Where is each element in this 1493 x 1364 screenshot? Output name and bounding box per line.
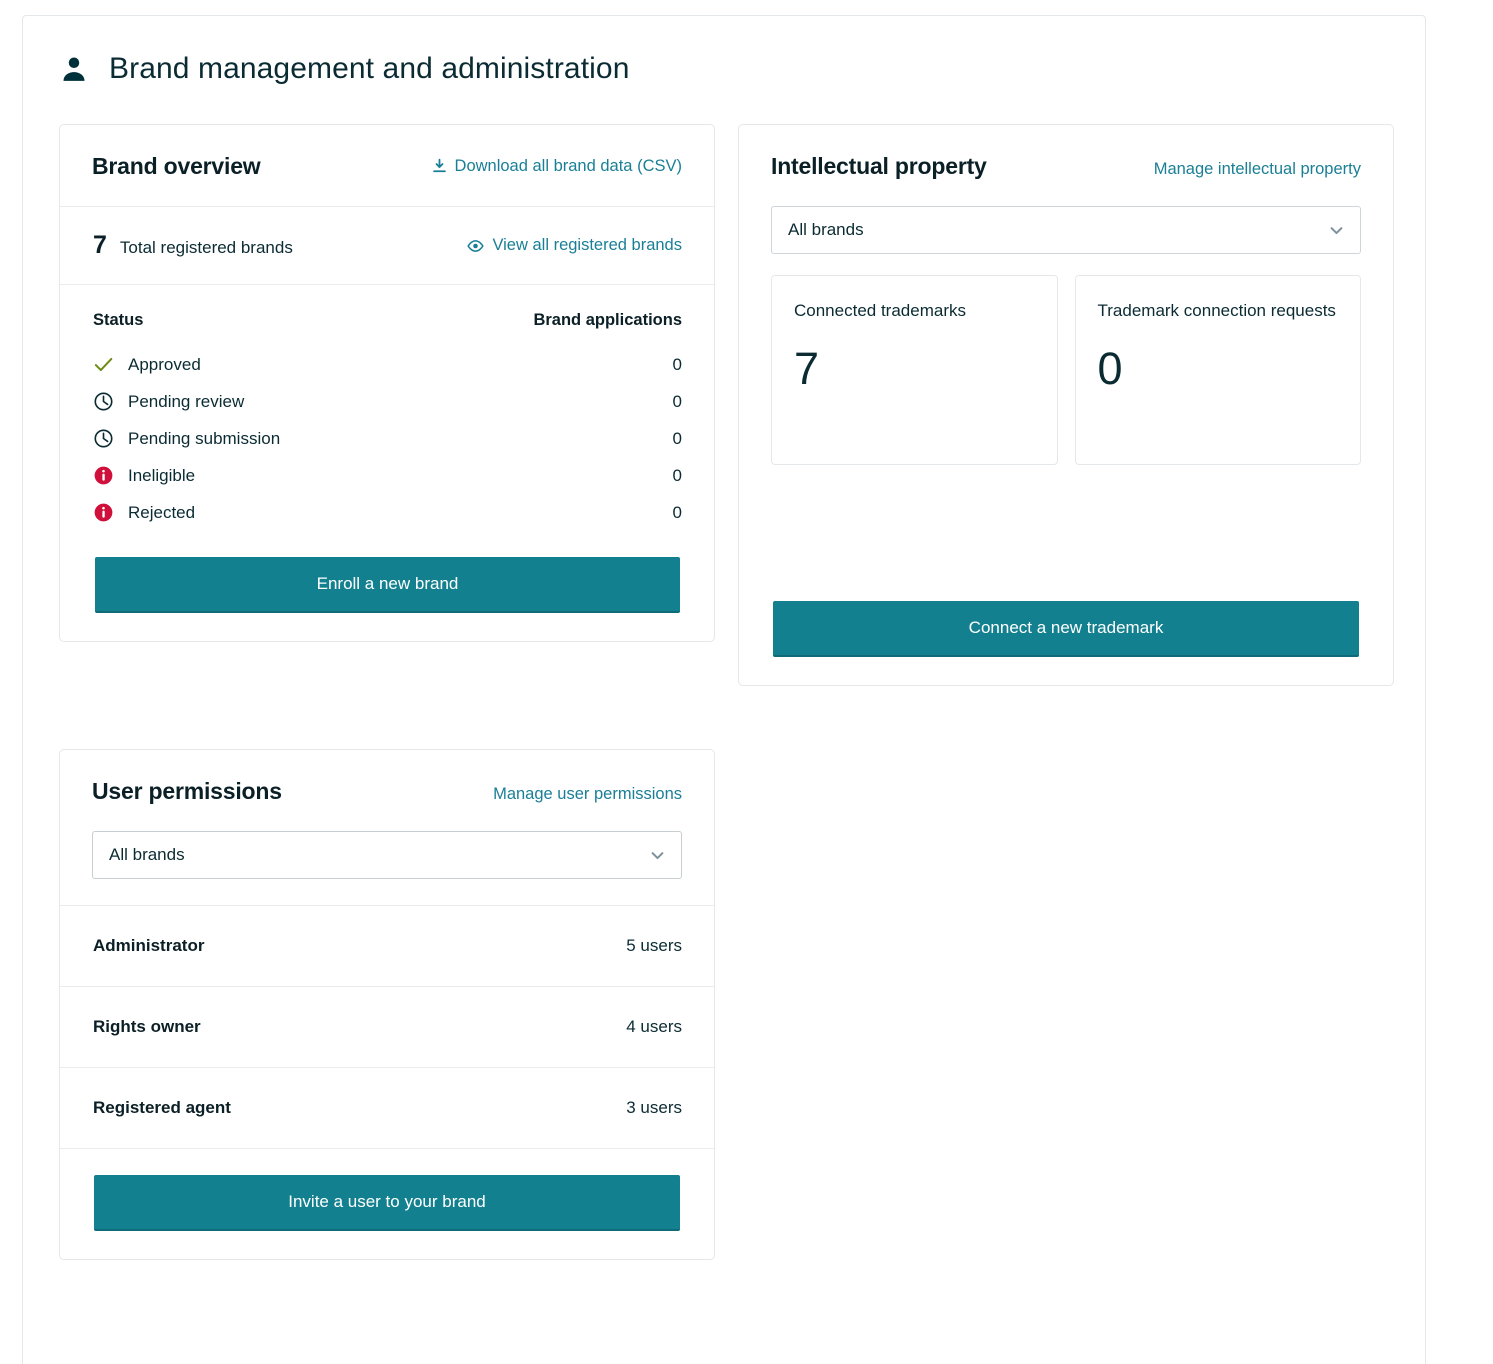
user-permissions-header: User permissions Manage user permissions: [60, 750, 714, 831]
list-item: Rights owner 4 users: [60, 987, 714, 1067]
connected-trademarks-value: 7: [794, 343, 820, 395]
ip-stats-group: Connected trademarks 7 Trademark connect…: [739, 254, 1393, 465]
chevron-down-icon: [1330, 226, 1343, 234]
invite-user-button[interactable]: Invite a user to your brand: [94, 1175, 680, 1231]
ip-brand-filter-wrap: All brands: [739, 206, 1393, 254]
info-icon: [94, 503, 113, 522]
list-item: Administrator 5 users: [60, 906, 714, 986]
user-permissions-column: User permissions Manage user permissions…: [59, 749, 715, 1260]
cards-row-top: Brand overview Download all brand data (…: [23, 86, 1425, 686]
role-name: Rights owner: [93, 1017, 201, 1036]
download-brand-data-link[interactable]: Download all brand data (CSV): [432, 157, 682, 176]
page-header: Brand management and administration: [23, 16, 1425, 86]
brand-overview-title: Brand overview: [92, 153, 261, 179]
check-icon: [94, 357, 113, 372]
person-icon: [63, 57, 85, 81]
page-title: Brand management and administration: [109, 52, 630, 85]
status-count: 0: [672, 465, 682, 485]
status-label: Ineligible: [128, 465, 196, 485]
connected-trademarks-stat: Connected trademarks 7: [771, 275, 1058, 465]
brand-overview-column: Brand overview Download all brand data (…: [59, 124, 715, 642]
trademark-connection-requests-value: 0: [1097, 343, 1123, 395]
intellectual-property-column: Intellectual property Manage intellectua…: [738, 124, 1394, 686]
download-icon: [432, 158, 446, 173]
download-brand-data-label: Download all brand data (CSV): [454, 156, 682, 175]
role-user-count: 5 users: [626, 936, 682, 955]
table-header-row: Status Brand applications: [93, 311, 682, 346]
info-icon: [94, 466, 113, 485]
eye-icon: [467, 239, 485, 252]
trademark-connection-requests-stat: Trademark connection requests 0: [1074, 275, 1361, 465]
table-row: Approved 0: [93, 346, 682, 383]
role-user-count: 4 users: [626, 1017, 682, 1036]
manage-user-permissions-link[interactable]: Manage user permissions: [493, 785, 682, 804]
ip-button-wrap: Connect a new trademark: [739, 601, 1393, 657]
connect-new-trademark-button[interactable]: Connect a new trademark: [773, 601, 1359, 657]
total-registered-brands-label: Total registered brands: [119, 238, 293, 257]
column-header-status: Status: [93, 311, 144, 329]
app-root: Brand management and administration Bran…: [0, 0, 1493, 1364]
table-row: Rejected 0: [93, 494, 682, 531]
total-registered-brands-count: 7: [93, 231, 107, 259]
total-registered-brands-row: 7 Total registered brands View all regis…: [60, 207, 714, 284]
invite-user-button-wrap: Invite a user to your brand: [60, 1175, 714, 1231]
view-all-registered-brands-link[interactable]: View all registered brands: [467, 236, 682, 255]
role-user-count: 3 users: [626, 1098, 682, 1117]
table-row: Pending review 0: [93, 383, 682, 420]
role-name: Registered agent: [93, 1098, 231, 1117]
brand-overview-header: Brand overview Download all brand data (…: [60, 125, 714, 206]
table-row: Ineligible 0: [93, 457, 682, 494]
permissions-brand-filter-select[interactable]: All brands: [92, 831, 682, 879]
status-label: Approved: [128, 354, 201, 374]
list-item: Registered agent 3 users: [60, 1068, 714, 1148]
status-label: Pending review: [128, 391, 245, 411]
table-row: Pending submission 0: [93, 420, 682, 457]
page-container: Brand management and administration Bran…: [22, 15, 1426, 1364]
intellectual-property-title: Intellectual property: [771, 153, 987, 179]
clock-icon: [94, 429, 113, 448]
divider: [60, 1148, 714, 1149]
cards-row-bottom: User permissions Manage user permissions…: [23, 711, 1425, 1260]
status-label: Rejected: [128, 502, 196, 522]
clock-icon: [94, 392, 113, 411]
brand-status-block: Status Brand applications Approved 0 Pen…: [60, 285, 714, 613]
manage-intellectual-property-link[interactable]: Manage intellectual property: [1154, 160, 1361, 179]
user-permissions-card: User permissions Manage user permissions…: [59, 749, 715, 1260]
status-label: Pending submission: [128, 428, 281, 448]
intellectual-property-card: Intellectual property Manage intellectua…: [738, 124, 1394, 686]
connected-trademarks-label: Connected trademarks: [794, 301, 966, 320]
chevron-down-icon: [651, 851, 664, 859]
user-permissions-title: User permissions: [92, 778, 282, 804]
ip-brand-filter-select[interactable]: All brands: [771, 206, 1361, 254]
column-header-brand-applications: Brand applications: [533, 311, 682, 329]
status-count: 0: [672, 391, 682, 411]
permissions-brand-filter-value: All brands: [109, 845, 185, 864]
status-count: 0: [672, 428, 682, 448]
status-count: 0: [672, 354, 682, 374]
trademark-connection-requests-label: Trademark connection requests: [1097, 301, 1336, 320]
role-name: Administrator: [93, 936, 205, 955]
status-count: 0: [672, 502, 682, 522]
brand-status-table: Status Brand applications Approved 0 Pen…: [93, 311, 682, 531]
view-all-registered-brands-label: View all registered brands: [492, 236, 682, 254]
ip-brand-filter-value: All brands: [788, 220, 864, 239]
enroll-new-brand-button[interactable]: Enroll a new brand: [95, 557, 680, 613]
permissions-brand-filter-wrap: All brands: [60, 831, 714, 905]
brand-overview-card: Brand overview Download all brand data (…: [59, 124, 715, 642]
intellectual-property-header: Intellectual property Manage intellectua…: [739, 125, 1393, 206]
